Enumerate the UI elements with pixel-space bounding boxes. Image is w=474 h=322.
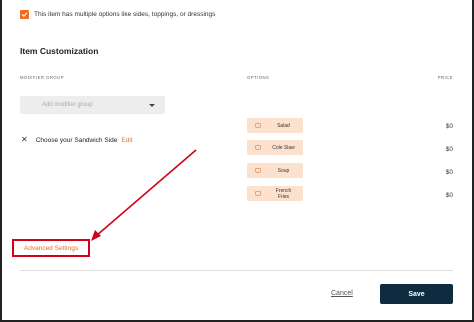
food-icon [255,123,261,128]
option-label: Salad [277,122,290,129]
option-chip-soup[interactable]: Soup [247,163,303,178]
column-header-modifier-group: MODIFIER GROUP [20,75,64,80]
multiple-options-checkbox[interactable] [20,10,29,19]
multiple-options-row[interactable]: This item has multiple options like side… [20,10,215,19]
food-icon [255,145,261,150]
option-price: $0 [445,146,453,153]
option-chip-salad[interactable]: Salad [247,118,303,133]
checkmark-icon [21,12,28,17]
cancel-button[interactable]: Cancel [331,290,353,297]
option-label: French Fries [275,187,292,200]
edit-group-link[interactable]: Edit [121,137,132,144]
option-label: Soup [277,167,290,174]
section-title: Item Customization [20,46,99,56]
chevron-down-icon [149,103,155,107]
add-modifier-group-select[interactable]: Add modifier group [20,96,165,114]
multiple-options-label: This item has multiple options like side… [34,11,216,18]
option-price: $0 [445,169,453,176]
remove-group-close-icon[interactable]: ✕ [21,136,28,144]
food-icon [255,191,261,196]
option-label: Cole Slaw [272,144,295,151]
footer-divider [20,270,453,271]
advanced-settings-link[interactable]: Advanced Settings [24,245,78,252]
option-price: $0 [445,123,453,130]
modifier-group-row: ✕ Choose your Sandwich Side Edit [21,136,133,144]
advanced-settings-highlight: Advanced Settings [12,239,90,257]
column-header-options: OPTIONS [247,75,270,80]
column-header-price: PRICE [437,75,453,80]
food-icon [255,168,261,173]
modifier-group-name: Choose your Sandwich Side [35,136,118,144]
option-chip-french-fries[interactable]: French Fries [247,186,303,201]
option-price: $0 [445,192,453,199]
option-chip-cole-slaw[interactable]: Cole Slaw [247,140,303,155]
add-modifier-group-placeholder: Add modifier group [42,102,93,108]
save-button[interactable]: Save [380,284,453,304]
